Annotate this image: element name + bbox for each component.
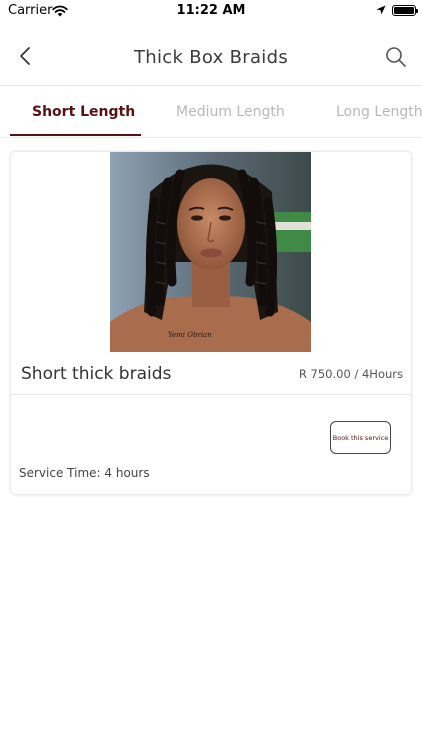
book-service-button[interactable]: Book this service — [330, 421, 391, 454]
service-photo: Yemi Obrian — [110, 152, 311, 352]
navigation-bar: Thick Box Braids — [0, 22, 422, 86]
status-bar: Carrier 11:22 AM — [0, 0, 422, 22]
service-time: Service Time: 4 hours — [19, 466, 150, 480]
tab-long-length[interactable]: Long Length — [336, 104, 422, 120]
active-tab-indicator — [10, 134, 141, 136]
tab-medium-length[interactable]: Medium Length — [176, 104, 285, 120]
service-card[interactable]: Yemi Obrian Short thick braids R 750.00 … — [11, 152, 411, 494]
location-arrow-icon — [376, 5, 386, 15]
length-tabs: Short Length Medium Length Long Length — [0, 86, 422, 138]
service-name: Short thick braids — [21, 364, 172, 384]
page-title: Thick Box Braids — [133, 47, 288, 68]
svg-text:Yemi Obrian: Yemi Obrian — [168, 331, 212, 339]
service-price: R 750.00 / 4Hours — [298, 367, 403, 381]
status-time: 11:22 AM — [176, 3, 246, 18]
card-divider — [11, 394, 411, 395]
search-icon[interactable] — [384, 45, 408, 69]
tab-short-length[interactable]: Short Length — [32, 104, 135, 120]
battery-icon — [392, 5, 418, 16]
